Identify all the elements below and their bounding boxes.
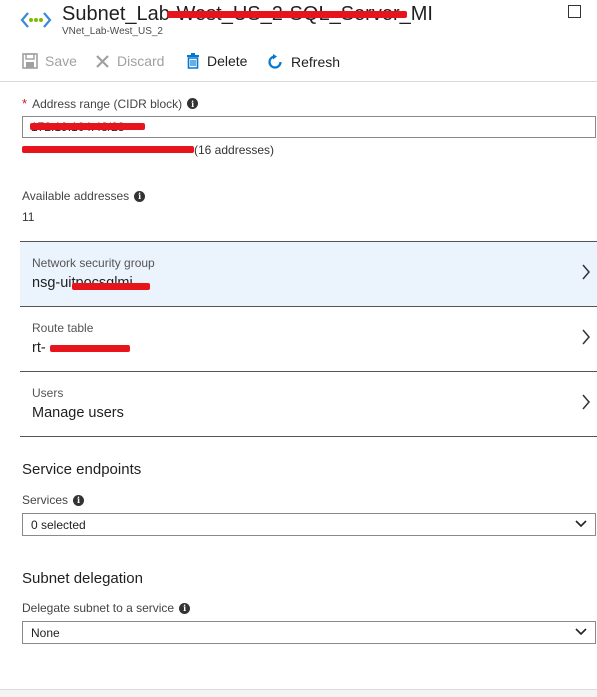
save-button[interactable]: Save	[22, 53, 77, 69]
available-addresses-label-text: Available addresses	[22, 189, 130, 203]
route-table-label: Route table	[32, 321, 94, 335]
refresh-label: Refresh	[291, 54, 341, 70]
save-label: Save	[45, 53, 77, 69]
chevron-right-icon	[582, 329, 590, 345]
redaction-mark	[30, 123, 145, 130]
delegate-selected-value: None	[31, 625, 60, 640]
command-bar: Save Discard Delete Refresh	[0, 44, 597, 82]
maximize-icon[interactable]	[568, 5, 581, 18]
chevron-down-icon	[575, 628, 587, 636]
refresh-button[interactable]: Refresh	[266, 53, 340, 71]
info-icon[interactable]: i	[179, 602, 191, 614]
chevron-right-icon	[582, 394, 590, 410]
chevron-down-icon	[575, 520, 587, 528]
redaction-mark	[72, 283, 150, 290]
services-label-text: Services	[22, 493, 69, 507]
discard-icon	[96, 54, 109, 68]
services-label: Services i	[22, 493, 85, 507]
blade-header: Subnet_Lab-West_US_2-SQL_Server_MI VNet_…	[0, 0, 597, 44]
users-row[interactable]: Users Manage users	[20, 371, 597, 437]
save-icon	[22, 53, 38, 69]
redaction-mark	[22, 146, 194, 153]
info-icon[interactable]: i	[73, 494, 85, 506]
info-icon[interactable]: i	[187, 98, 199, 109]
info-icon[interactable]: i	[134, 190, 146, 202]
required-mark: *	[22, 96, 28, 111]
redaction-mark	[50, 345, 130, 352]
service-endpoints-heading: Service endpoints	[22, 461, 142, 478]
delegate-subnet-label-text: Delegate subnet to a service	[22, 601, 175, 615]
delete-button[interactable]: Delete	[186, 53, 247, 69]
subnet-delegation-heading: Subnet delegation	[22, 570, 143, 587]
address-count-hint: (16 addresses)	[194, 143, 275, 157]
manage-users-link: Manage users	[32, 405, 124, 421]
redaction-mark	[167, 11, 407, 18]
delegate-subnet-label: Delegate subnet to a service i	[22, 601, 191, 615]
delegate-subnet-dropdown[interactable]: None	[22, 621, 596, 644]
refresh-icon	[268, 54, 282, 69]
trash-icon	[187, 53, 199, 69]
route-table-row[interactable]: Route table rt-	[20, 306, 597, 371]
services-dropdown[interactable]: 0 selected	[22, 513, 596, 536]
nsg-label: Network security group	[32, 256, 155, 270]
network-security-group-row[interactable]: Network security group nsg-uitpocsqlmi	[20, 241, 597, 306]
address-range-label: * Address range (CIDR block) i	[22, 96, 199, 111]
delete-label: Delete	[207, 53, 248, 69]
discard-label: Discard	[117, 53, 165, 69]
discard-button[interactable]: Discard	[95, 53, 164, 69]
services-selected-value: 0 selected	[31, 517, 86, 532]
available-addresses-value: 11	[22, 210, 35, 224]
address-range-label-text: Address range (CIDR block)	[32, 96, 183, 111]
users-label: Users	[32, 386, 64, 400]
page-subtitle: VNet_Lab-West_US_2	[62, 26, 163, 37]
available-addresses-label: Available addresses i	[22, 189, 146, 203]
blade-footer-divider	[0, 689, 597, 697]
chevron-right-icon	[582, 264, 590, 280]
subnet-icon	[20, 12, 52, 28]
route-table-value: rt-	[32, 340, 46, 356]
